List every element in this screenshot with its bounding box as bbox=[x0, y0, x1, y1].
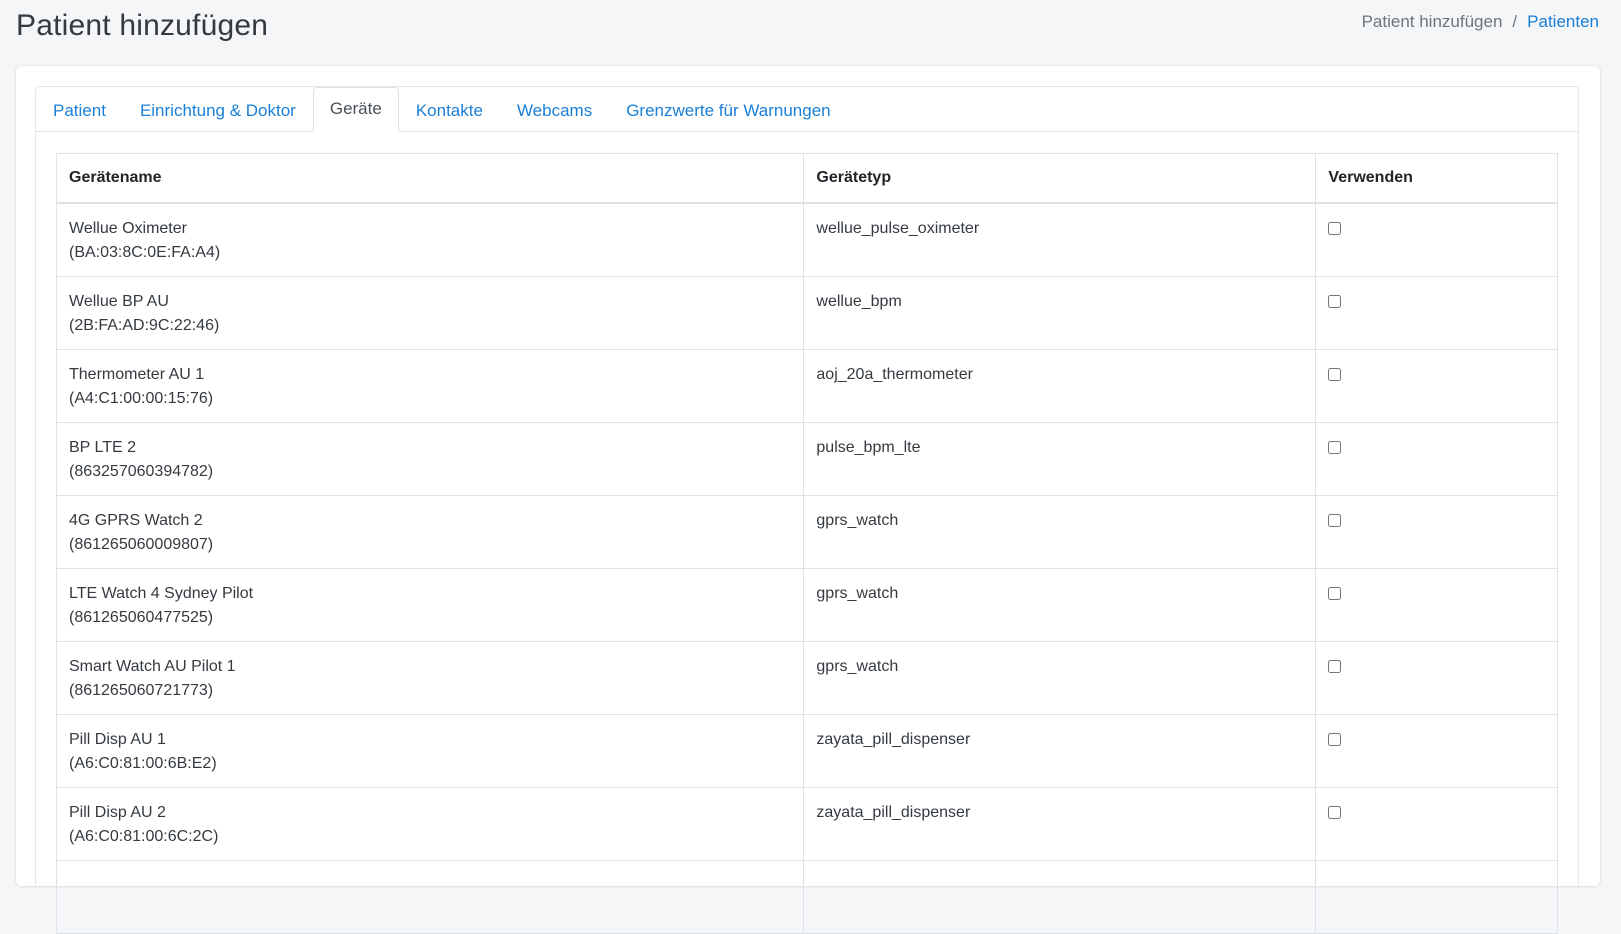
device-id: (2B:FA:AD:9C:22:46) bbox=[69, 316, 220, 334]
device-name: Wellue BP AU bbox=[69, 292, 169, 310]
use-device-checkbox[interactable] bbox=[1328, 732, 1342, 746]
breadcrumb: Patient hinzufügen / Patienten bbox=[1362, 10, 1599, 34]
tab-alert-thresholds[interactable]: Grenzwerte für Warnungen bbox=[609, 89, 847, 132]
device-name: BP LTE 2 bbox=[69, 438, 136, 456]
device-id: (863257060394782) bbox=[69, 462, 214, 480]
device-name-cell: Smart Watch AU Pilot 1 (861265060721773) bbox=[55, 640, 805, 715]
breadcrumb-current: Patient hinzufügen bbox=[1361, 12, 1503, 31]
use-cell bbox=[1315, 421, 1558, 496]
device-name: Pill Disp AU 1 bbox=[69, 730, 166, 748]
device-type-cell: gprs_watch bbox=[803, 567, 1317, 642]
use-cell bbox=[1315, 640, 1558, 715]
table-row bbox=[55, 859, 1558, 934]
table-row: Pill Disp AU 2 (A6:C0:81:00:6C:2C) zayat… bbox=[55, 786, 1558, 861]
device-name-cell: 4G GPRS Watch 2 (861265060009807) bbox=[55, 494, 805, 569]
header-device-type: Gerätetyp bbox=[803, 153, 1317, 204]
device-id: (BA:03:8C:0E:FA:A4) bbox=[69, 244, 221, 261]
table-row: BP LTE 2 (863257060394782) pulse_bpm_lte bbox=[55, 421, 1558, 496]
header-use: Verwenden bbox=[1315, 153, 1558, 204]
device-id: (A6:C0:81:00:6B:E2) bbox=[69, 754, 217, 772]
table-row: Pill Disp AU 1 (A6:C0:81:00:6B:E2) zayat… bbox=[55, 713, 1558, 788]
device-name-cell: BP LTE 2 (863257060394782) bbox=[55, 421, 805, 496]
use-cell bbox=[1315, 859, 1558, 934]
device-type-cell: gprs_watch bbox=[803, 494, 1317, 569]
tab-patient[interactable]: Patient bbox=[36, 89, 123, 132]
table-row: 4G GPRS Watch 2 (861265060009807) gprs_w… bbox=[55, 494, 1558, 569]
device-name: Wellue Oximeter bbox=[69, 220, 187, 237]
device-type-cell: wellue_bpm bbox=[803, 275, 1317, 350]
page-title: Patient hinzufügen bbox=[16, 9, 269, 42]
use-device-checkbox[interactable] bbox=[1328, 440, 1342, 454]
table-row: Smart Watch AU Pilot 1 (861265060721773)… bbox=[55, 640, 1558, 715]
use-device-checkbox[interactable] bbox=[1328, 367, 1342, 381]
device-type-cell: gprs_watch bbox=[803, 640, 1317, 715]
header-device-name: Gerätename bbox=[55, 153, 805, 204]
device-name-cell bbox=[55, 859, 805, 934]
breadcrumb-link-patients[interactable]: Patienten bbox=[1527, 10, 1599, 34]
device-type-cell: pulse_bpm_lte bbox=[803, 421, 1317, 496]
use-cell bbox=[1315, 713, 1558, 788]
tab-contacts[interactable]: Kontakte bbox=[399, 89, 500, 132]
table-row: LTE Watch 4 Sydney Pilot (86126506047752… bbox=[55, 567, 1558, 642]
breadcrumb-separator: / bbox=[1512, 12, 1518, 31]
devices-table-wrapper: Gerätename Gerätetyp Verwenden Wellue Ox… bbox=[55, 153, 1558, 934]
use-device-checkbox[interactable] bbox=[1328, 294, 1342, 308]
tab-devices[interactable]: Geräte bbox=[312, 87, 399, 132]
content-card: Patient Einrichtung & Doktor Geräte Kont… bbox=[16, 66, 1600, 934]
table-row: Wellue Oximeter (BA:03:8C:0E:FA:A4) well… bbox=[55, 202, 1558, 277]
page-header: Patient hinzufügen Patient hinzufügen / … bbox=[0, 0, 1621, 60]
use-device-checkbox[interactable] bbox=[1328, 805, 1342, 819]
use-cell bbox=[1315, 494, 1558, 569]
use-cell bbox=[1315, 567, 1558, 642]
table-row: Thermometer AU 1 (A4:C1:00:00:15:76) aoj… bbox=[55, 348, 1558, 423]
tab-facility-doctor[interactable]: Einrichtung & Doktor bbox=[123, 89, 313, 132]
device-type-cell bbox=[803, 859, 1317, 934]
use-cell bbox=[1315, 275, 1558, 350]
device-name-cell: LTE Watch 4 Sydney Pilot (86126506047752… bbox=[55, 567, 805, 642]
device-name: Pill Disp AU 2 bbox=[69, 803, 166, 821]
device-name: 4G GPRS Watch 2 bbox=[69, 511, 203, 529]
device-name: Thermometer AU 1 bbox=[69, 365, 205, 383]
device-name-cell: Wellue BP AU (2B:FA:AD:9C:22:46) bbox=[55, 275, 805, 350]
use-cell bbox=[1315, 348, 1558, 423]
tab-bar: Patient Einrichtung & Doktor Geräte Kont… bbox=[36, 87, 1578, 132]
use-cell bbox=[1315, 202, 1558, 277]
device-id: (861265060477525) bbox=[69, 608, 214, 626]
device-name: Smart Watch AU Pilot 1 bbox=[69, 657, 236, 675]
devices-table: Gerätename Gerätetyp Verwenden Wellue Ox… bbox=[55, 153, 1558, 934]
device-name: LTE Watch 4 Sydney Pilot bbox=[69, 584, 254, 602]
tab-container: Patient Einrichtung & Doktor Geräte Kont… bbox=[35, 86, 1579, 934]
use-device-checkbox[interactable] bbox=[1328, 659, 1342, 673]
device-type-cell: zayata_pill_dispenser bbox=[803, 713, 1317, 788]
device-id: (861265060009807) bbox=[69, 535, 214, 553]
device-name-cell: Pill Disp AU 2 (A6:C0:81:00:6C:2C) bbox=[55, 786, 805, 861]
device-type-cell: wellue_pulse_oximeter bbox=[803, 202, 1317, 277]
table-row: Wellue BP AU (2B:FA:AD:9C:22:46) wellue_… bbox=[55, 275, 1558, 350]
device-name-cell: Thermometer AU 1 (A4:C1:00:00:15:76) bbox=[55, 348, 805, 423]
device-id: (A6:C0:81:00:6C:2C) bbox=[69, 827, 219, 845]
use-device-checkbox[interactable] bbox=[1328, 222, 1342, 235]
device-id: (A4:C1:00:00:15:76) bbox=[69, 389, 214, 407]
use-device-checkbox[interactable] bbox=[1328, 586, 1342, 600]
device-type-cell: aoj_20a_thermometer bbox=[803, 348, 1317, 423]
use-cell bbox=[1315, 786, 1558, 861]
device-name-cell: Pill Disp AU 1 (A6:C0:81:00:6B:E2) bbox=[55, 713, 805, 788]
device-id: (861265060721773) bbox=[69, 681, 214, 699]
device-type-cell: zayata_pill_dispenser bbox=[803, 786, 1317, 861]
tab-webcams[interactable]: Webcams bbox=[500, 89, 609, 132]
device-name-cell: Wellue Oximeter (BA:03:8C:0E:FA:A4) bbox=[55, 202, 805, 277]
use-device-checkbox[interactable] bbox=[1328, 513, 1342, 527]
table-header-row: Gerätename Gerätetyp Verwenden bbox=[55, 153, 1558, 204]
